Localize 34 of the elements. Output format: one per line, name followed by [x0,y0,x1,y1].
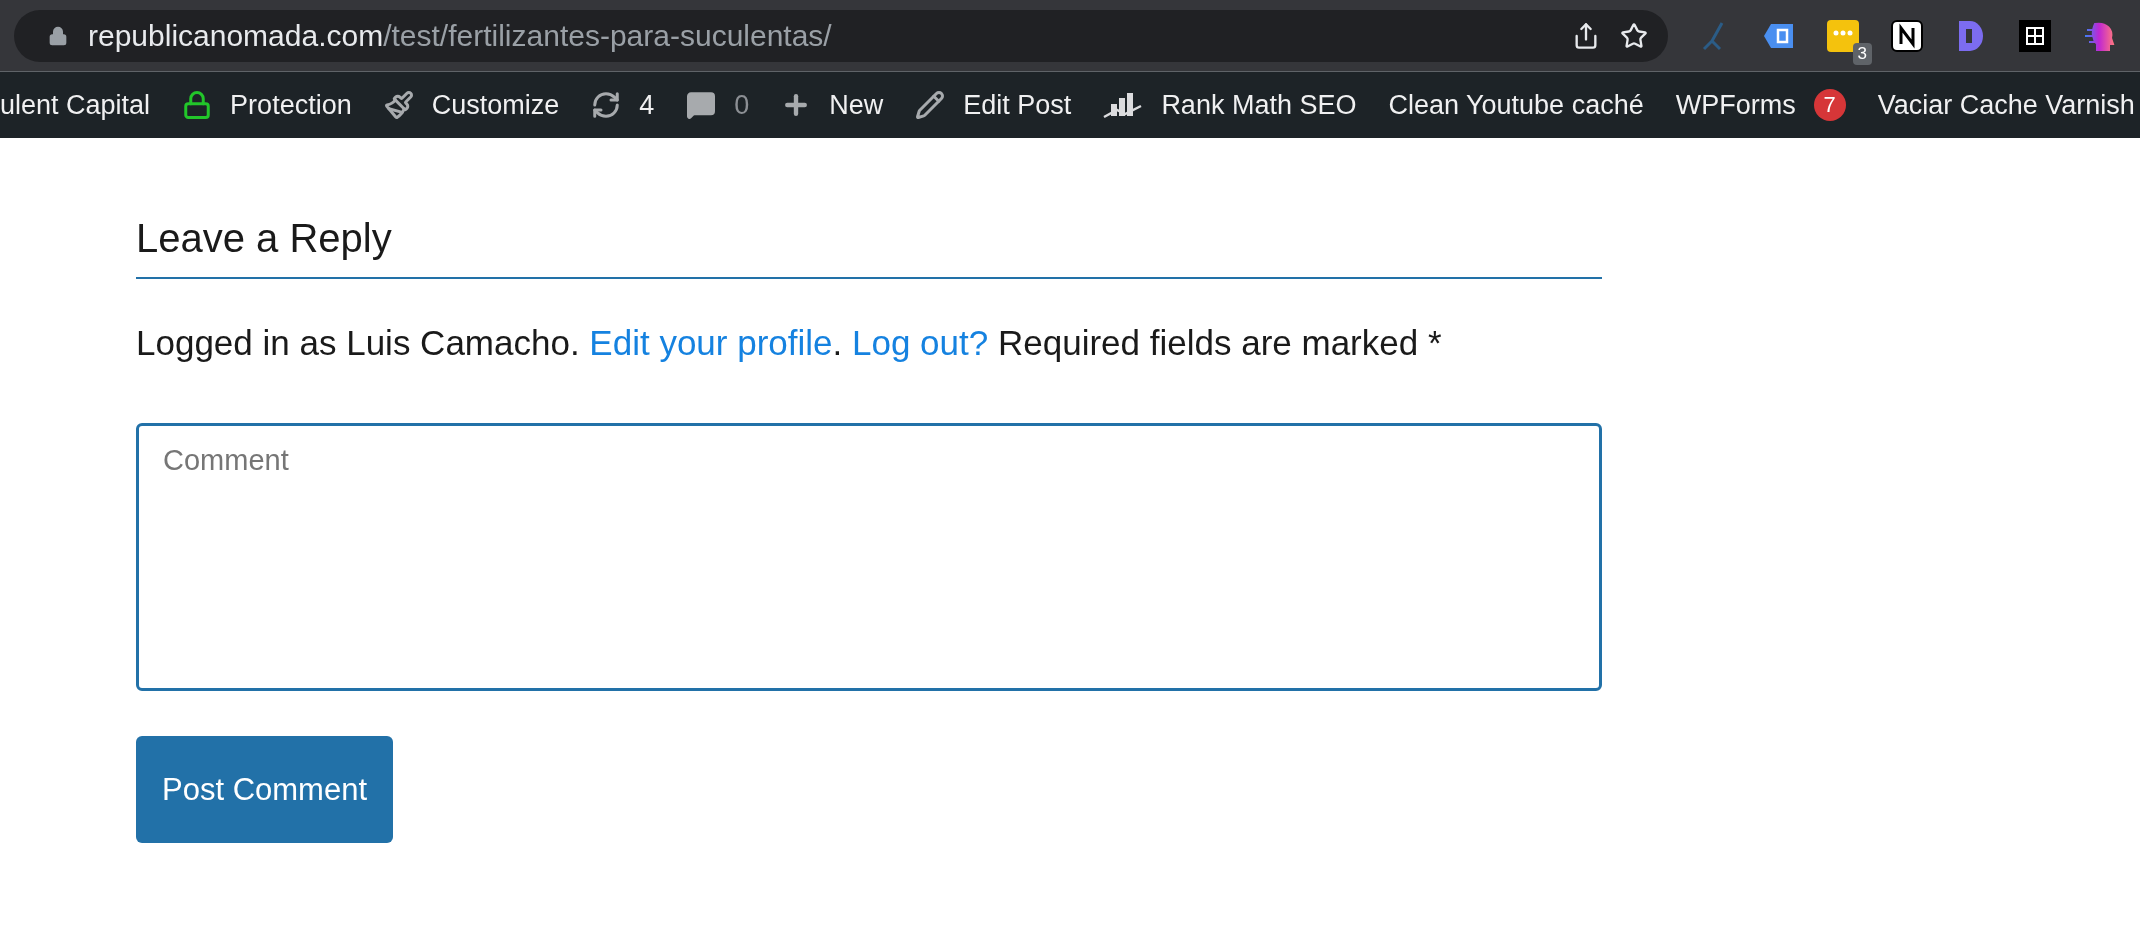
admin-bar-item[interactable]: ulent Capital [0,89,151,121]
admin-bar-item[interactable]: Customize [383,89,560,121]
chart-icon [1103,90,1144,120]
login-note: Logged in as Luis Camacho. Edit your profile. Log out? Required fields are marked * [136,323,1443,363]
comment-icon [686,90,717,120]
block-icon[interactable] [1958,19,1984,52]
bookmark-star-icon[interactable] [1620,21,1648,50]
admin-bar-item[interactable]: Edit Post [915,89,1072,121]
admin-bar-item[interactable]: Vaciar Cache Varnish [1877,89,2135,121]
notebook-icon[interactable] [1891,19,1923,52]
admin-bar-item[interactable]: 4 [591,89,655,121]
tag-icon[interactable] [1763,22,1795,49]
edit-profile-link[interactable]: Edit your profile [589,323,833,362]
brush-icon [383,90,414,120]
admin-bar-item[interactable]: Protection [182,89,352,121]
dots-icon[interactable] [1827,19,1859,52]
admin-bar-item[interactable]: 0 [686,89,750,121]
admin-bar-item[interactable]: Clean Youtube caché [1388,89,1644,121]
pencil-icon [915,90,946,120]
lock-icon [48,25,68,46]
grid-icon[interactable] [2019,19,2051,52]
lock-icon [182,90,213,120]
comment-field[interactable]: Comment [136,423,1602,691]
refresh-icon [591,90,622,120]
extension-badge: 3 [1852,42,1872,65]
section-title: Leave a Reply [136,216,1602,279]
admin-bar-item[interactable]: WPForms 7 [1675,89,1846,121]
admin-bar-item[interactable]: Rank Math SEO [1103,89,1357,121]
count-badge: 7 [1813,89,1846,121]
admin-bar-item[interactable]: New [781,89,884,121]
post-comment-button[interactable]: Post Comment [136,736,393,843]
logout-link[interactable]: Log out? [852,323,989,362]
address-bar[interactable]: republicanomada.com/test/fertilizantes-para-suculentas/ [14,9,1668,62]
url-text: republicanomada.com/test/fertilizantes-para-suculentas/ [88,18,833,53]
